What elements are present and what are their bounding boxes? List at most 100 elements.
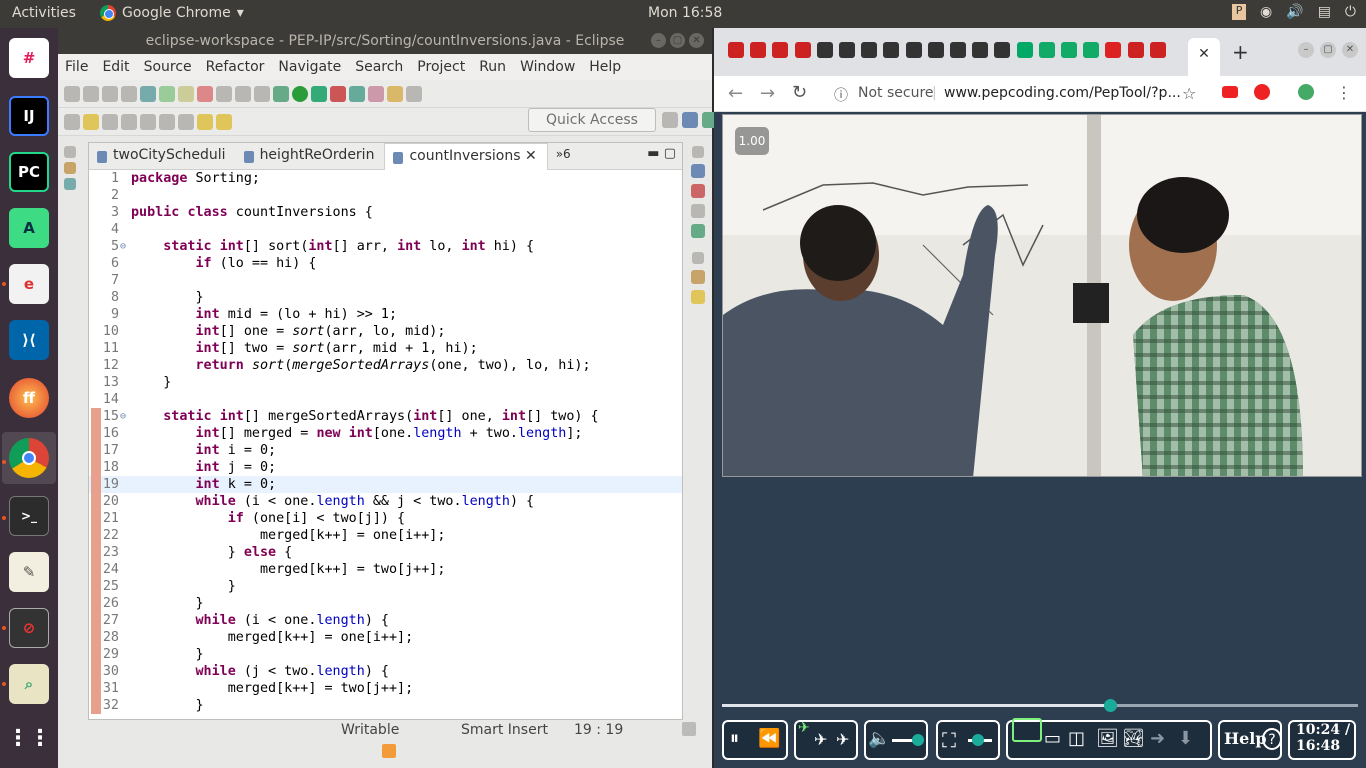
code-line[interactable]: 5 ⊖ static int[] sort(int[] arr, int lo, … <box>89 238 682 255</box>
menu-search[interactable]: Search <box>355 59 403 75</box>
youtube-extension-icon[interactable] <box>1222 86 1238 98</box>
javadoc-icon[interactable] <box>691 204 705 218</box>
terminate-icon[interactable] <box>197 85 213 102</box>
package-explorer-icon[interactable] <box>64 162 76 174</box>
activities-button[interactable]: Activities <box>12 5 76 21</box>
code-line[interactable]: 26 } <box>89 595 682 612</box>
browser-tab-favicon[interactable] <box>927 42 944 58</box>
mark-occurrences-icon[interactable] <box>83 113 99 130</box>
code-line[interactable]: 18 int j = 0; <box>89 459 682 476</box>
video-frame[interactable]: 1.00 <box>722 114 1362 477</box>
browser-tab-favicon[interactable] <box>972 42 989 58</box>
volume-icon[interactable]: 🔈 <box>868 728 890 749</box>
close-tab-icon[interactable]: ✕ <box>1198 46 1210 62</box>
toggle-breadcrumb-icon[interactable] <box>64 113 80 130</box>
firefox-icon[interactable]: ff <box>9 378 49 418</box>
coverage-icon[interactable] <box>311 85 327 102</box>
url-field[interactable]: www.pepcoding.com/PepTool/?p... <box>944 85 1181 101</box>
code-line[interactable]: 3 public class countInversions { <box>89 204 682 221</box>
playback-speed-badge[interactable]: 1.00 <box>735 127 769 155</box>
code-line[interactable]: 1 package Sorting; <box>89 170 682 187</box>
slower-icon[interactable]: ✈ <box>814 730 827 749</box>
code-line[interactable]: 29 } <box>89 646 682 663</box>
close-button[interactable]: ✕ <box>689 33 704 48</box>
menu-project[interactable]: Project <box>417 59 465 75</box>
pause-icon[interactable]: ⏸ <box>730 728 739 749</box>
next-annotation-icon[interactable] <box>140 113 156 130</box>
new-tab-button[interactable]: + <box>1232 40 1249 64</box>
eclipse-icon[interactable]: e <box>9 264 49 304</box>
reload-icon[interactable]: ↻ <box>792 82 807 103</box>
terminal-icon[interactable]: >_ <box>9 496 49 536</box>
fold-icon[interactable]: ⊖ <box>120 238 126 255</box>
adblock-extension-icon[interactable] <box>1254 84 1270 100</box>
step-into-icon[interactable] <box>216 85 232 102</box>
split-layout-icon[interactable]: ◫ <box>1068 728 1085 749</box>
code-area[interactable]: 1 package Sorting; 2 3 public class countInv… <box>89 170 682 720</box>
code-line[interactable]: 9 int mid = (lo + hi) >> 1; <box>89 306 682 323</box>
last-edit-icon[interactable] <box>178 113 194 130</box>
menu-help[interactable]: Help <box>589 59 621 75</box>
new-icon[interactable] <box>64 85 80 102</box>
browser-tab-favicon[interactable] <box>1038 42 1055 58</box>
save-all-icon[interactable] <box>102 85 118 102</box>
code-line[interactable]: 30 while (j < two.length) { <box>89 663 682 680</box>
browser-tab-favicon[interactable] <box>1061 42 1077 58</box>
menu-source[interactable]: Source <box>144 59 192 75</box>
forward-icon[interactable]: → <box>760 83 775 104</box>
browser-tab-favicon[interactable] <box>816 42 833 58</box>
code-line[interactable]: 17 int i = 0; <box>89 442 682 459</box>
code-line[interactable]: 2 <box>89 187 682 204</box>
new-java-class-icon[interactable] <box>349 85 365 102</box>
image-viewer-icon[interactable]: ⌕ <box>9 664 49 704</box>
app-menu[interactable]: Google Chrome ▾ <box>100 5 244 21</box>
quick-access-input[interactable]: Quick Access <box>528 108 656 132</box>
code-line[interactable]: 28 merged[k++] = one[i++]; <box>89 629 682 646</box>
maximize-editor-icon[interactable]: ▢ <box>664 146 676 161</box>
webcam-layout-icon[interactable] <box>1012 718 1042 742</box>
hierarchy-icon[interactable] <box>64 178 76 190</box>
next-icon[interactable]: ➜ <box>1150 728 1165 749</box>
volume-icon[interactable]: 🔊 <box>1286 4 1303 20</box>
vscode-icon[interactable]: ⟩⟨ <box>9 320 49 360</box>
code-line[interactable]: 10 int[] one = sort(arr, lo, mid); <box>89 323 682 340</box>
open-perspective-icon[interactable] <box>662 112 678 128</box>
code-line[interactable]: 7 <box>89 272 682 289</box>
block-selection-icon[interactable] <box>102 113 118 130</box>
code-line[interactable]: 8 } <box>89 289 682 306</box>
rewind-icon[interactable]: ⏪ <box>758 728 780 749</box>
problems-icon[interactable] <box>691 184 705 198</box>
system-tray[interactable]: P ◉ 🔊 ▤ ⏻ <box>1232 4 1356 20</box>
code-line[interactable]: 13 } <box>89 374 682 391</box>
text-editor-icon[interactable]: ✎ <box>9 552 49 592</box>
pepcoding-tray-icon[interactable]: P <box>1232 4 1247 20</box>
show-apps-icon[interactable]: ⋮⋮ <box>7 718 51 758</box>
maximize-button[interactable]: ▢ <box>1320 42 1336 58</box>
power-icon[interactable]: ⏻ <box>1345 4 1356 20</box>
minimize-editor-icon[interactable]: ▬ <box>647 146 659 161</box>
faster-icon[interactable]: ✈ <box>836 730 849 749</box>
close-button[interactable]: ✕ <box>1342 42 1358 58</box>
browser-tab-favicon[interactable] <box>950 42 966 58</box>
menu-window[interactable]: Window <box>520 59 575 75</box>
forward-icon[interactable] <box>216 113 232 130</box>
code-line[interactable]: 32 } <box>89 697 682 714</box>
browser-tab-favicon[interactable] <box>994 42 1011 58</box>
code-line[interactable]: 15 ⊖ static int[] mergeSortedArrays(int[]… <box>89 408 682 425</box>
picture-in-picture-icon[interactable]: 🖼 <box>1096 728 1119 749</box>
progress-icon[interactable] <box>682 722 696 736</box>
code-line[interactable]: 23 } else { <box>89 544 682 561</box>
profile-avatar[interactable] <box>1298 84 1314 100</box>
android-studio-icon[interactable]: A <box>9 208 49 248</box>
chrome-dock-icon[interactable] <box>9 438 49 478</box>
minimize-button[interactable]: – <box>1298 42 1314 58</box>
browser-tab-favicon[interactable] <box>772 42 789 58</box>
maximize-button[interactable]: ▢ <box>670 33 685 48</box>
screen-layout-icon[interactable]: ▭ <box>1044 728 1061 749</box>
download-icon[interactable]: ⬇ <box>1178 728 1193 749</box>
outline-icon[interactable] <box>691 164 705 178</box>
step-return-icon[interactable] <box>254 85 270 102</box>
step-over-icon[interactable] <box>235 85 251 102</box>
bookmark-star-icon[interactable]: ☆ <box>1182 84 1196 103</box>
resume-icon[interactable] <box>159 85 175 102</box>
